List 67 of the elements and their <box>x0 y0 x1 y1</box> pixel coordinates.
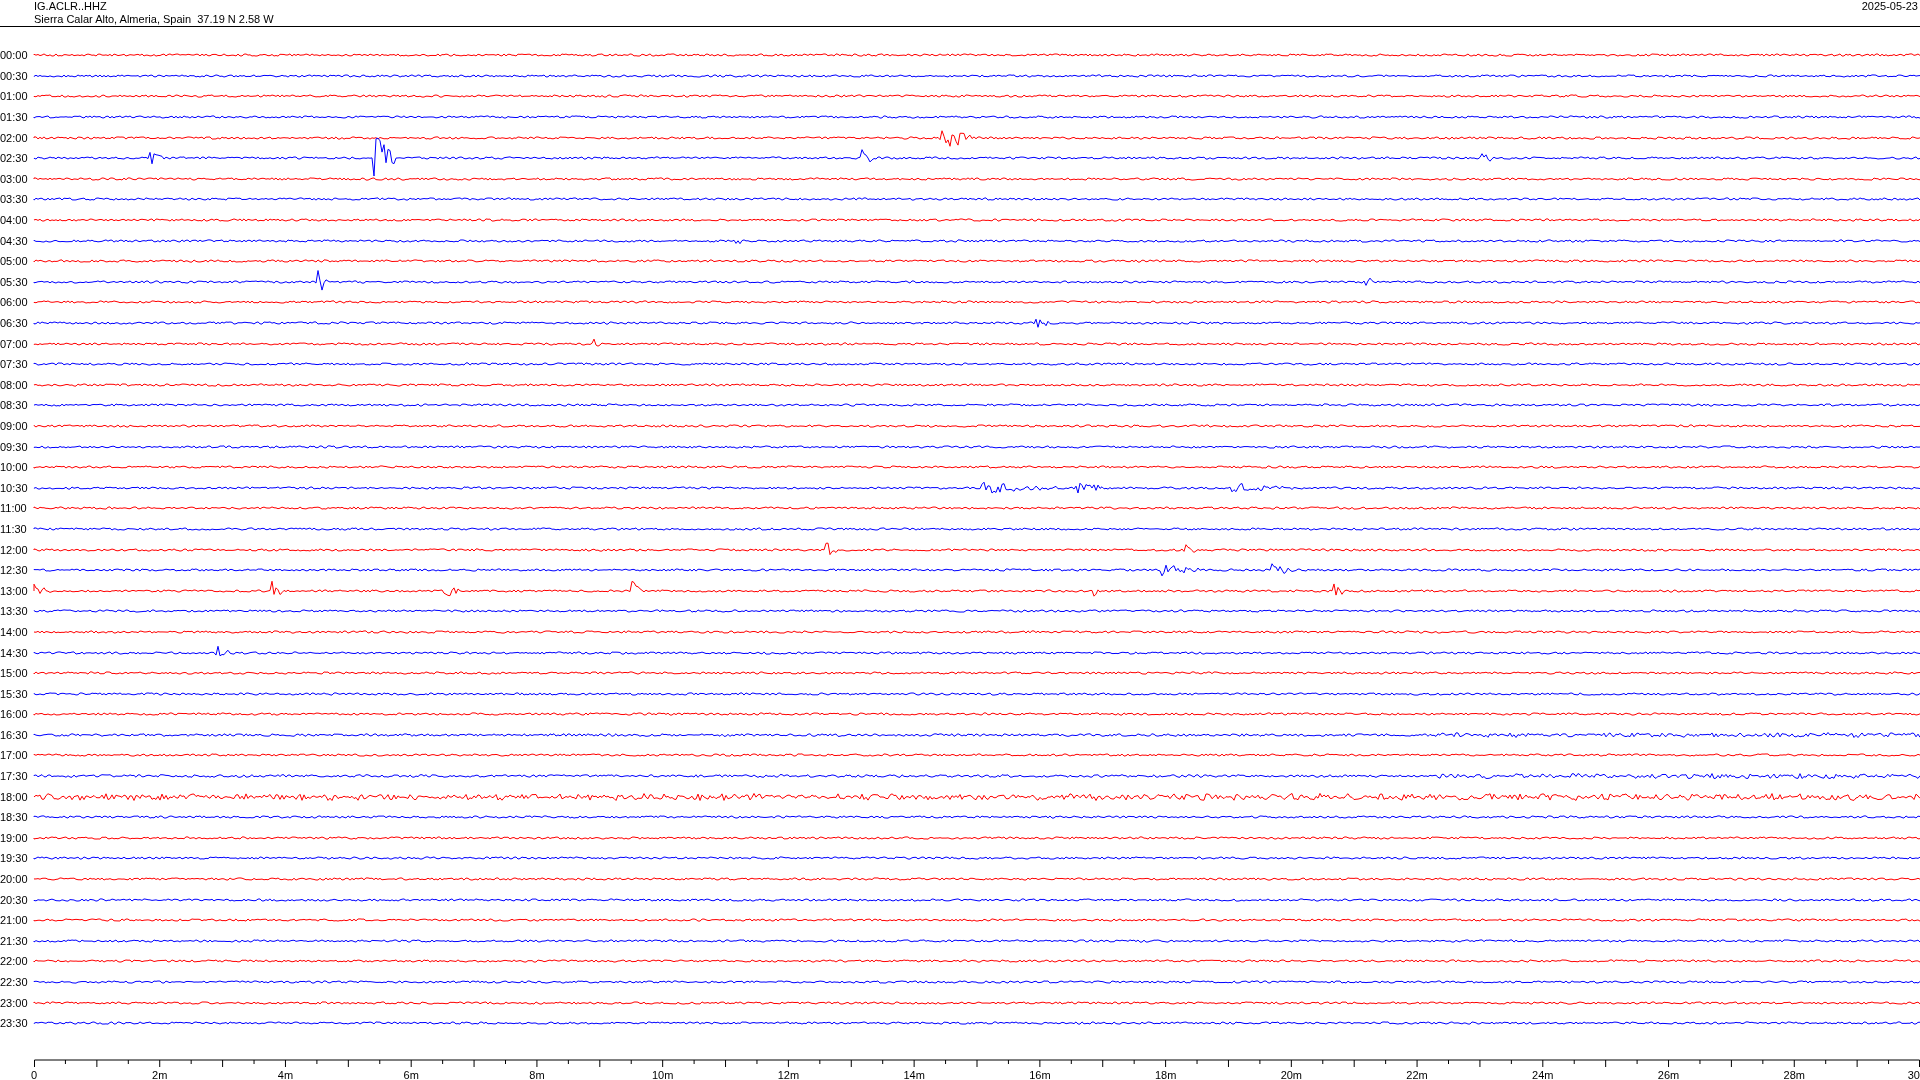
axis-tick-label: 4m <box>277 1068 294 1080</box>
hour-label: 17:00 <box>0 749 29 762</box>
hour-label: 08:30 <box>0 399 29 412</box>
hour-label: 19:00 <box>0 831 29 844</box>
axis-tick-label: 24m <box>1532 1068 1554 1080</box>
axis-tick-label: 0 <box>31 1068 38 1080</box>
axis-tick-label: 10m <box>651 1068 674 1080</box>
axis-tick-label: 14m <box>903 1068 925 1080</box>
hour-label: 09:00 <box>0 420 29 432</box>
hour-label: 00:00 <box>0 49 29 62</box>
hour-label: 10:30 <box>0 481 29 494</box>
hour-label: 20:30 <box>0 893 29 906</box>
axis-tick-label: 2m <box>152 1068 168 1080</box>
hour-label: 01:00 <box>0 90 29 103</box>
axis-tick-label: 6m <box>403 1068 419 1080</box>
hour-label: 02:00 <box>0 131 29 144</box>
hour-label: 05:00 <box>0 255 29 268</box>
hour-label: 15:00 <box>0 667 29 680</box>
hour-label: 03:00 <box>0 172 29 185</box>
axis-tick-label: 30 <box>1907 1068 1920 1080</box>
hour-label: 14:30 <box>0 646 29 659</box>
hour-label: 07:00 <box>0 337 29 350</box>
hour-label: 13:30 <box>0 605 29 618</box>
axis-tick-label: 28m <box>1783 1068 1805 1080</box>
axis-tick-label: 22m <box>1406 1068 1428 1080</box>
station-location: Sierra Calar Alto, Almeria, Spain 37.19 N 2.58 W <box>34 13 274 26</box>
hour-label: 08:00 <box>0 378 29 391</box>
hour-label: 10:00 <box>0 461 29 474</box>
hour-label: 02:30 <box>0 152 29 165</box>
hour-label: 04:00 <box>0 214 29 227</box>
hour-label: 16:30 <box>0 728 29 741</box>
axis-tick-label: 18m <box>1154 1068 1177 1080</box>
hour-label: 23:00 <box>0 996 29 1009</box>
hour-label: 18:30 <box>0 811 29 824</box>
hour-label: 20:00 <box>0 873 29 886</box>
hour-label: 09:30 <box>0 440 29 453</box>
hour-label: 13:00 <box>0 584 29 597</box>
axis-tick-label: 12m <box>777 1068 800 1080</box>
axis-tick-label: 20m <box>1280 1068 1303 1080</box>
hour-label: 05:30 <box>0 275 29 288</box>
hour-label: 11:00 <box>0 502 28 515</box>
hour-label: 22:00 <box>0 955 29 968</box>
hour-label: 11:30 <box>0 522 28 535</box>
hour-label: 14:00 <box>0 625 29 638</box>
hour-label: 15:30 <box>0 687 29 700</box>
hour-label: 12:30 <box>0 564 29 577</box>
station-code: IG.ACLR..HHZ <box>34 0 108 13</box>
hour-label: 07:30 <box>0 358 29 371</box>
hour-label: 00:30 <box>0 69 29 82</box>
hour-label: 22:30 <box>0 976 29 988</box>
hour-label: 04:30 <box>0 234 29 247</box>
hour-label: 21:00 <box>0 914 29 927</box>
hour-label: 06:30 <box>0 317 29 329</box>
hour-label: 23:30 <box>0 1017 29 1030</box>
axis-tick-label: 8m <box>529 1068 545 1080</box>
hour-label: 16:00 <box>0 708 29 721</box>
hour-label: 21:30 <box>0 934 29 947</box>
hour-label: 18:00 <box>0 790 29 803</box>
hour-label: 01:30 <box>0 111 29 124</box>
hour-label: 12:00 <box>0 543 29 556</box>
hour-label: 06:00 <box>0 296 29 309</box>
hour-label: 03:30 <box>0 193 29 206</box>
axis-tick-label: 16m <box>1029 1068 1051 1080</box>
hour-label: 19:30 <box>0 852 29 865</box>
plot-date: 2025-05-23 <box>1861 0 1918 14</box>
axis-tick-label: 26m <box>1657 1068 1680 1080</box>
hour-label: 17:30 <box>0 770 29 783</box>
